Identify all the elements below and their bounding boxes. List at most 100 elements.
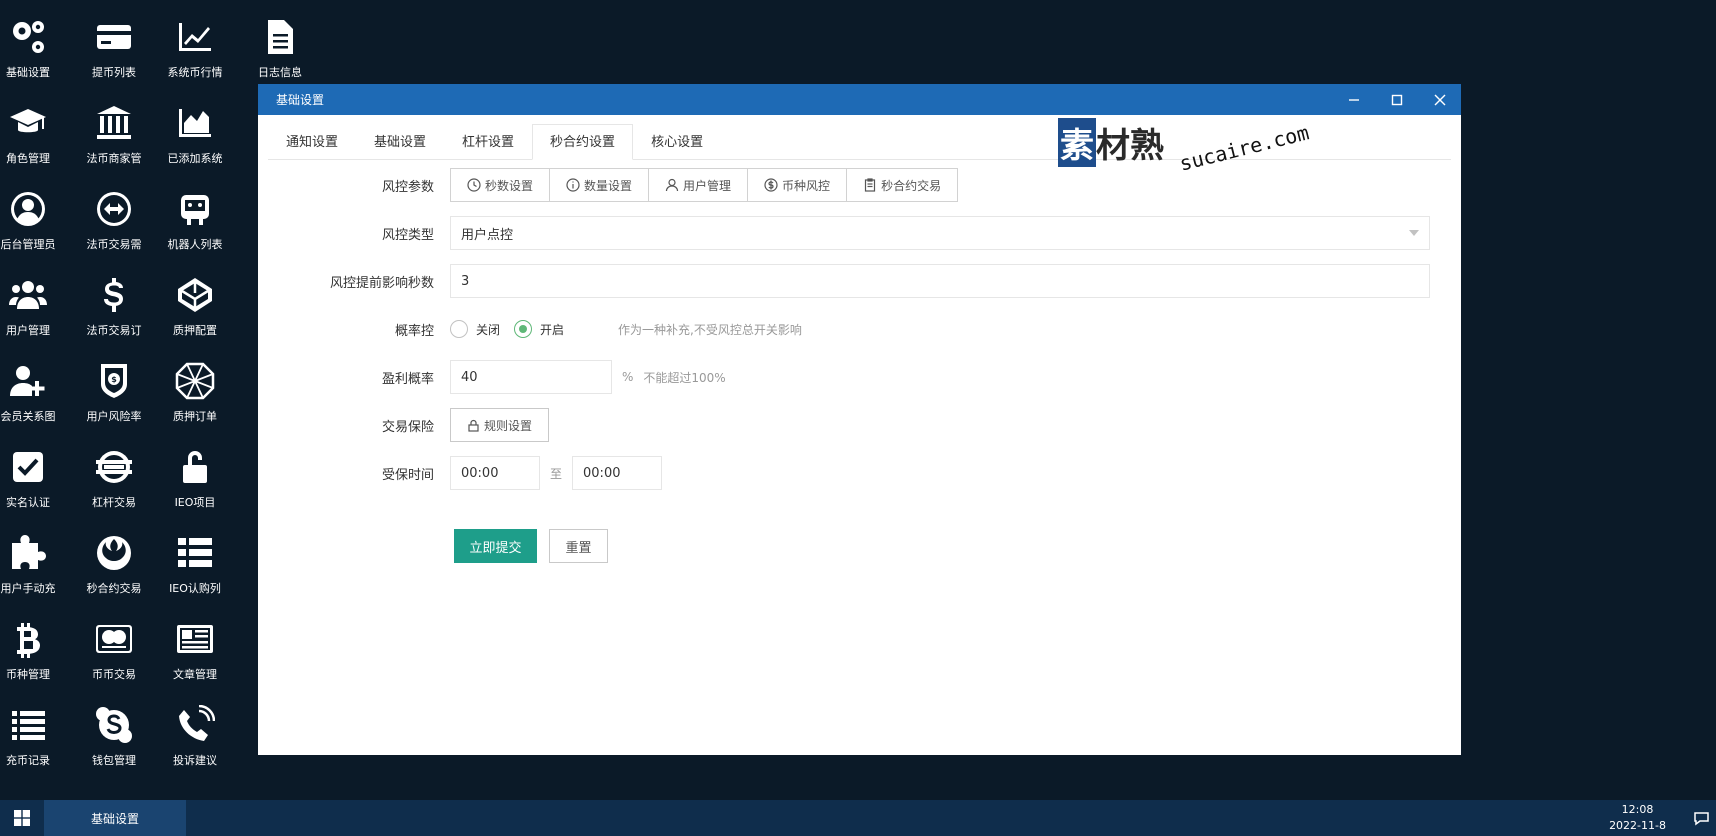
protected-time-separator: 至 [550, 466, 563, 481]
desktop-icon-12[interactable]: 法币交易订 [74, 272, 154, 348]
probability-on-label: 开启 [540, 322, 565, 337]
desktop-icon-18[interactable]: 杠杆交易 [74, 444, 154, 520]
risk-type-value: 用户点控 [461, 227, 514, 243]
tab-leverage[interactable]: 杠杆设置 [444, 124, 532, 160]
protected-time-label: 受保时间 [381, 467, 434, 483]
desktop-icon-label: 角色管理 [6, 152, 50, 165]
risk-seconds-input[interactable]: 3 [450, 264, 1430, 298]
list-icon [172, 530, 218, 576]
desktop-icon-15[interactable]: $ 用户风险率 [74, 358, 154, 434]
codepen-icon [172, 272, 218, 318]
notification-button[interactable] [1686, 800, 1716, 836]
user-management-button[interactable]: 用户管理 [649, 169, 749, 201]
tab-second-contract[interactable]: 秒合约设置 [532, 124, 634, 160]
desktop-icon-28[interactable]: 投诉建议 [155, 702, 235, 778]
document-icon [257, 14, 303, 60]
desktop-icon-label: 币币交易 [92, 668, 136, 681]
desktop-icon-24[interactable]: 币币交易 [74, 616, 154, 692]
desktop-icon-14[interactable]: 会员关系图 [0, 358, 68, 434]
desktop-icon-4[interactable]: 日志信息 [240, 14, 320, 90]
radio-on-icon [514, 320, 533, 338]
insurance-label: 交易保险 [381, 419, 434, 435]
protected-time-to-input[interactable]: 00:00 [572, 456, 663, 490]
desktop-icon-label: 用户手动充 [0, 582, 56, 595]
desktop-icon-9[interactable]: 法币交易需 [74, 186, 154, 262]
desktop-icon-label: 法币交易订 [86, 324, 142, 337]
probability-hint: 作为一种补充,不受风控总开关影响 [618, 322, 802, 337]
minimize-button[interactable] [1332, 84, 1375, 115]
desktop-icon-label: IEO项目 [174, 496, 216, 509]
desktop-icon-19[interactable]: IEO项目 [155, 444, 235, 520]
graduation-cap-icon [5, 100, 51, 146]
risk-type-row: 风控类型 用户点控 [258, 216, 1430, 250]
insurance-row: 交易保险 规则设置 [258, 408, 550, 442]
desktop-icon-20[interactable]: 用户手动充 [0, 530, 68, 606]
info-icon [566, 178, 580, 192]
desktop-icon-1[interactable]: 基础设置 [0, 14, 68, 90]
taskbar-item-basic-settings[interactable]: 基础设置 [44, 800, 186, 836]
desktop-icon-5[interactable]: 角色管理 [0, 100, 68, 176]
tab-basic[interactable]: 基础设置 [356, 124, 444, 160]
desktop-icon-label: 充币记录 [6, 754, 50, 767]
protected-time-from-input[interactable]: 00:00 [450, 456, 540, 490]
probability-off-radio[interactable]: 关闭 [450, 320, 500, 338]
user-management-label: 用户管理 [683, 178, 732, 193]
desktop-icon-label: 实名认证 [6, 496, 50, 509]
probability-off-label: 关闭 [476, 322, 501, 337]
coin-risk-button[interactable]: 币种风控 [748, 169, 848, 201]
desktop-icon-label: 法币商家管 [86, 152, 142, 165]
profit-rate-input[interactable]: 40 [450, 360, 612, 394]
second-contract-trade-button[interactable]: 秒合约交易 [847, 169, 958, 201]
risk-type-select[interactable]: 用户点控 [450, 216, 1430, 250]
user-circle-icon [5, 186, 51, 232]
quantity-settings-label: 数量设置 [584, 178, 633, 193]
probability-on-radio[interactable]: 开启 [514, 320, 564, 338]
desktop-icon-8[interactable]: 后台管理员 [0, 186, 68, 262]
clock[interactable]: 12:08 2022-11-8 [1609, 802, 1666, 834]
submit-button[interactable]: 立即提交 [454, 529, 537, 563]
minimize-icon [1348, 98, 1359, 101]
rule-settings-button[interactable]: 规则设置 [450, 408, 550, 442]
desktop-icon-13[interactable]: 质押配置 [155, 272, 235, 348]
window-titlebar[interactable]: 基础设置 [258, 84, 1461, 115]
form-actions: 立即提交 重置 [454, 529, 608, 563]
desktop-icon-21[interactable]: 秒合约交易 [74, 530, 154, 606]
desktop-icon-label: 已添加系统 [167, 152, 223, 165]
desktop-icon-26[interactable]: 充币记录 [0, 702, 68, 778]
desktop-icon-10[interactable]: 机器人列表 [155, 186, 235, 262]
seconds-settings-button[interactable]: 秒数设置 [451, 169, 551, 201]
desktop-icon-23[interactable]: 币种管理 [0, 616, 68, 692]
reset-button[interactable]: 重置 [549, 529, 608, 563]
desktop-icon-label: 用户风险率 [86, 410, 142, 423]
risk-params-row: 风控参数 秒数设置 数量设置 用户管理 币种风控 秒合约交易 [258, 168, 959, 202]
desktop-icon-label: 秒合约交易 [86, 582, 142, 595]
desktop-icon-3[interactable]: 系统币行情 [155, 14, 235, 90]
desktop-icon-25[interactable]: 文章管理 [155, 616, 235, 692]
tab-notification[interactable]: 通知设置 [268, 124, 356, 160]
close-button[interactable] [1418, 84, 1461, 115]
desktop-icon-7[interactable]: 已添加系统 [155, 100, 235, 176]
maximize-button[interactable] [1375, 84, 1418, 115]
desktop-icon-label: 投诉建议 [173, 754, 217, 767]
tab-core[interactable]: 核心设置 [633, 124, 721, 160]
desktop-icon-label: 钱包管理 [92, 754, 136, 767]
desktop-icon-2[interactable]: 提币列表 [74, 14, 154, 90]
desktop-icon-17[interactable]: 实名认证 [0, 444, 68, 520]
rule-settings-label: 规则设置 [484, 418, 533, 433]
quantity-settings-button[interactable]: 数量设置 [550, 169, 650, 201]
desktop-icon-27[interactable]: 钱包管理 [74, 702, 154, 778]
watermark-logo: 素材熟 [1058, 118, 1164, 167]
robot-icon [172, 186, 218, 232]
desktop-icon-label: 用户管理 [6, 324, 50, 337]
coin-icon [764, 178, 778, 192]
coin-risk-label: 币种风控 [782, 178, 831, 193]
desktop-icon-6[interactable]: 法币商家管 [74, 100, 154, 176]
desktop-icon-16[interactable]: 质押订单 [155, 358, 235, 434]
desktop-icon-22[interactable]: IEO认购列 [155, 530, 235, 606]
mastercard-icon [91, 616, 137, 662]
protected-time-row: 受保时间 00:00 至 00:00 [258, 456, 663, 490]
desktop-icon-11[interactable]: 用户管理 [0, 272, 68, 348]
start-button[interactable] [0, 800, 44, 836]
list-lines-icon [5, 702, 51, 748]
risk-params-label: 风控参数 [381, 179, 434, 195]
